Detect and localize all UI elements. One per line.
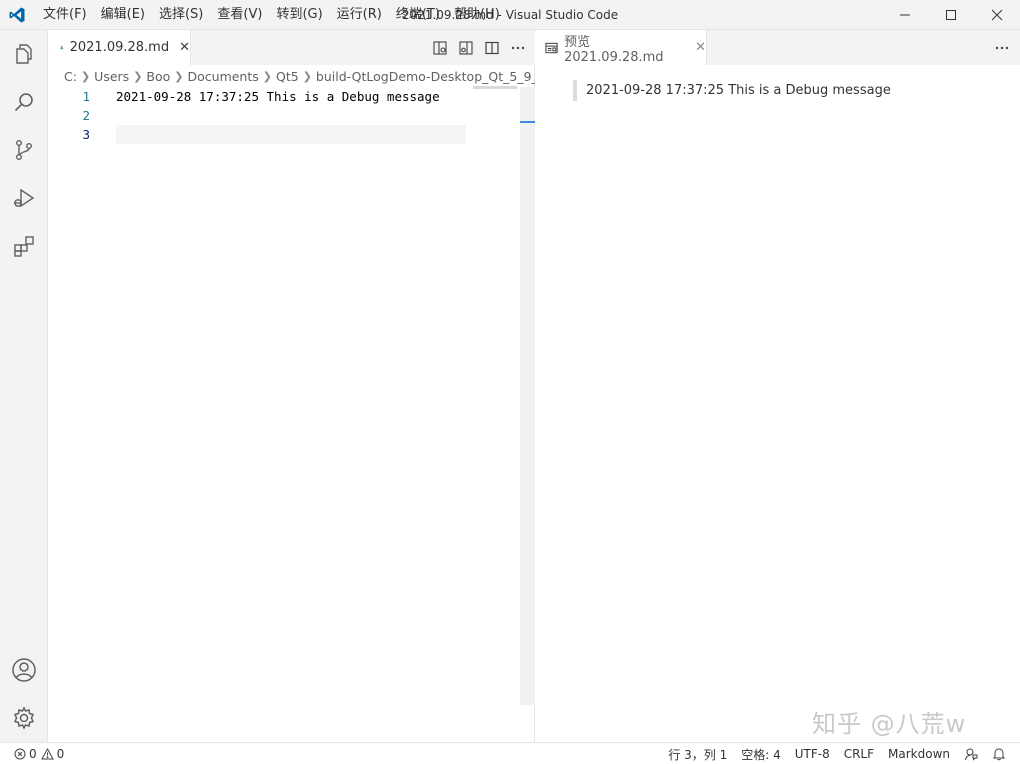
preview-more-actions-button[interactable]	[994, 30, 1010, 65]
window-controls	[882, 0, 1020, 30]
code-line[interactable]: 3	[48, 125, 520, 144]
explorer-button[interactable]	[0, 30, 48, 78]
menu-bar: 文件(F) 编辑(E) 选择(S) 查看(V) 转到(G) 运行(R) 终端(T…	[36, 0, 507, 30]
menu-file[interactable]: 文件(F)	[36, 0, 94, 30]
line-text[interactable]: 2021-09-28 17:37:25 This is a Debug mess…	[116, 87, 440, 106]
chevron-right-icon: ❯	[174, 69, 184, 83]
breadcrumb-item[interactable]: Qt5	[276, 69, 299, 84]
bell-icon	[992, 748, 1006, 761]
line-number: 3	[82, 127, 90, 142]
feedback-button[interactable]	[964, 747, 978, 761]
menu-view[interactable]: 查看(V)	[210, 0, 269, 30]
markdown-file-icon	[60, 45, 64, 50]
extensions-icon	[14, 236, 34, 257]
watermark: 知乎 @八荒w	[812, 710, 967, 738]
accounts-button[interactable]	[0, 646, 48, 694]
activity-bar	[0, 30, 48, 742]
minimap[interactable]	[473, 86, 517, 89]
menu-go[interactable]: 转到(G)	[269, 0, 329, 30]
minimize-icon	[900, 14, 910, 16]
cursor-position-marker	[520, 121, 535, 123]
ellipsis-icon	[995, 46, 1009, 49]
preview-group: 预览 2021.09.28.md ✕ 2021-09-28 17:37:25 T…	[535, 30, 1020, 742]
line-number: 1	[82, 89, 90, 104]
tab-close-icon[interactable]: ✕	[179, 40, 190, 55]
error-icon	[14, 748, 26, 760]
tab-label: 2021.09.28.md	[69, 40, 170, 55]
vertical-scrollbar[interactable]	[520, 87, 535, 705]
search-button[interactable]	[0, 78, 48, 126]
line-number: 2	[82, 108, 90, 123]
ellipsis-icon	[511, 46, 525, 49]
maximize-icon	[946, 10, 956, 20]
manage-button[interactable]	[0, 694, 48, 742]
open-changes-button[interactable]	[427, 35, 453, 61]
minimize-button[interactable]	[882, 0, 928, 30]
explorer-icon	[16, 44, 32, 64]
open-preview-side-button[interactable]	[453, 35, 479, 61]
breadcrumb-item[interactable]: Users	[94, 69, 129, 84]
editor-tab-bar: 2021.09.28.md ✕	[48, 30, 535, 65]
tab-2021-09-28-md[interactable]: 2021.09.28.md ✕	[48, 30, 191, 65]
code-line[interactable]: 2	[48, 106, 520, 125]
menu-selection[interactable]: 选择(S)	[152, 0, 210, 30]
breadcrumb-item[interactable]: build-QtLogDemo-Desktop_Qt_5_9_1_Min	[316, 69, 535, 84]
problems-indicator[interactable]: 0 0	[14, 743, 64, 764]
preview-paragraph: 2021-09-28 17:37:25 This is a Debug mess…	[573, 80, 891, 101]
tab-close-icon[interactable]: ✕	[695, 40, 706, 55]
notifications-button[interactable]	[992, 747, 1006, 761]
menu-help[interactable]: 帮助(H)	[447, 0, 507, 30]
preview-to-side-icon	[459, 40, 473, 55]
warning-count: 0	[56, 747, 65, 761]
breadcrumb-item[interactable]: C:	[64, 69, 77, 84]
chevron-right-icon: ❯	[133, 69, 143, 83]
split-editor-icon	[485, 41, 499, 54]
error-count: 0	[29, 747, 37, 761]
tab-label: 预览 2021.09.28.md	[564, 34, 664, 65]
feedback-icon	[965, 748, 978, 761]
tab-preview[interactable]: 预览 2021.09.28.md ✕	[535, 30, 707, 65]
indentation[interactable]: 空格: 4	[741, 746, 781, 763]
breadcrumb: C: ❯ Users ❯ Boo ❯ Documents ❯ Qt5 ❯ bui…	[64, 65, 535, 87]
status-bar: 0 0 行 3，列 1 空格: 4 UTF-8 CRLF Markdown	[0, 742, 1020, 764]
search-icon	[14, 93, 33, 112]
chevron-right-icon: ❯	[262, 69, 272, 83]
source-control-button[interactable]	[0, 126, 48, 174]
close-icon	[991, 9, 1003, 21]
editor-group: 2021.09.28.md ✕ C: ❯ Users ❯ Boo ❯ Docum…	[48, 30, 535, 742]
cursor-position[interactable]: 行 3，列 1	[668, 746, 727, 763]
extensions-button[interactable]	[0, 222, 48, 270]
menu-edit[interactable]: 编辑(E)	[94, 0, 152, 30]
vscode-logo-icon	[9, 7, 25, 23]
preview-tab-bar: 预览 2021.09.28.md ✕	[535, 30, 1020, 65]
breadcrumb-item[interactable]: Boo	[146, 69, 170, 84]
menu-terminal[interactable]: 终端(T)	[389, 0, 447, 30]
chevron-right-icon: ❯	[302, 69, 312, 83]
menu-run[interactable]: 运行(R)	[330, 0, 389, 30]
source-control-icon	[15, 140, 32, 161]
maximize-button[interactable]	[928, 0, 974, 30]
chevron-right-icon: ❯	[80, 69, 91, 83]
end-of-line[interactable]: CRLF	[844, 747, 874, 761]
settings-gear-icon	[13, 706, 35, 730]
preview-icon	[545, 42, 558, 53]
run-debug-icon	[14, 188, 35, 208]
more-actions-button[interactable]	[505, 35, 531, 61]
title-bar: 文件(F) 编辑(E) 选择(S) 查看(V) 转到(G) 运行(R) 终端(T…	[0, 0, 1020, 30]
account-icon	[12, 658, 36, 682]
encoding[interactable]: UTF-8	[795, 747, 830, 761]
language-mode[interactable]: Markdown	[888, 747, 950, 761]
warning-icon	[40, 748, 54, 760]
open-preview-icon	[433, 40, 447, 55]
run-debug-button[interactable]	[0, 174, 48, 222]
editor-actions	[427, 30, 531, 65]
code-line[interactable]: 1 2021-09-28 17:37:25 This is a Debug me…	[48, 87, 520, 106]
code-editor[interactable]: 1 2021-09-28 17:37:25 This is a Debug me…	[48, 87, 520, 144]
close-window-button[interactable]	[974, 0, 1020, 30]
status-bar-right: 行 3，列 1 空格: 4 UTF-8 CRLF Markdown	[654, 743, 1006, 764]
breadcrumb-item[interactable]: Documents	[188, 69, 259, 84]
split-editor-button[interactable]	[479, 35, 505, 61]
